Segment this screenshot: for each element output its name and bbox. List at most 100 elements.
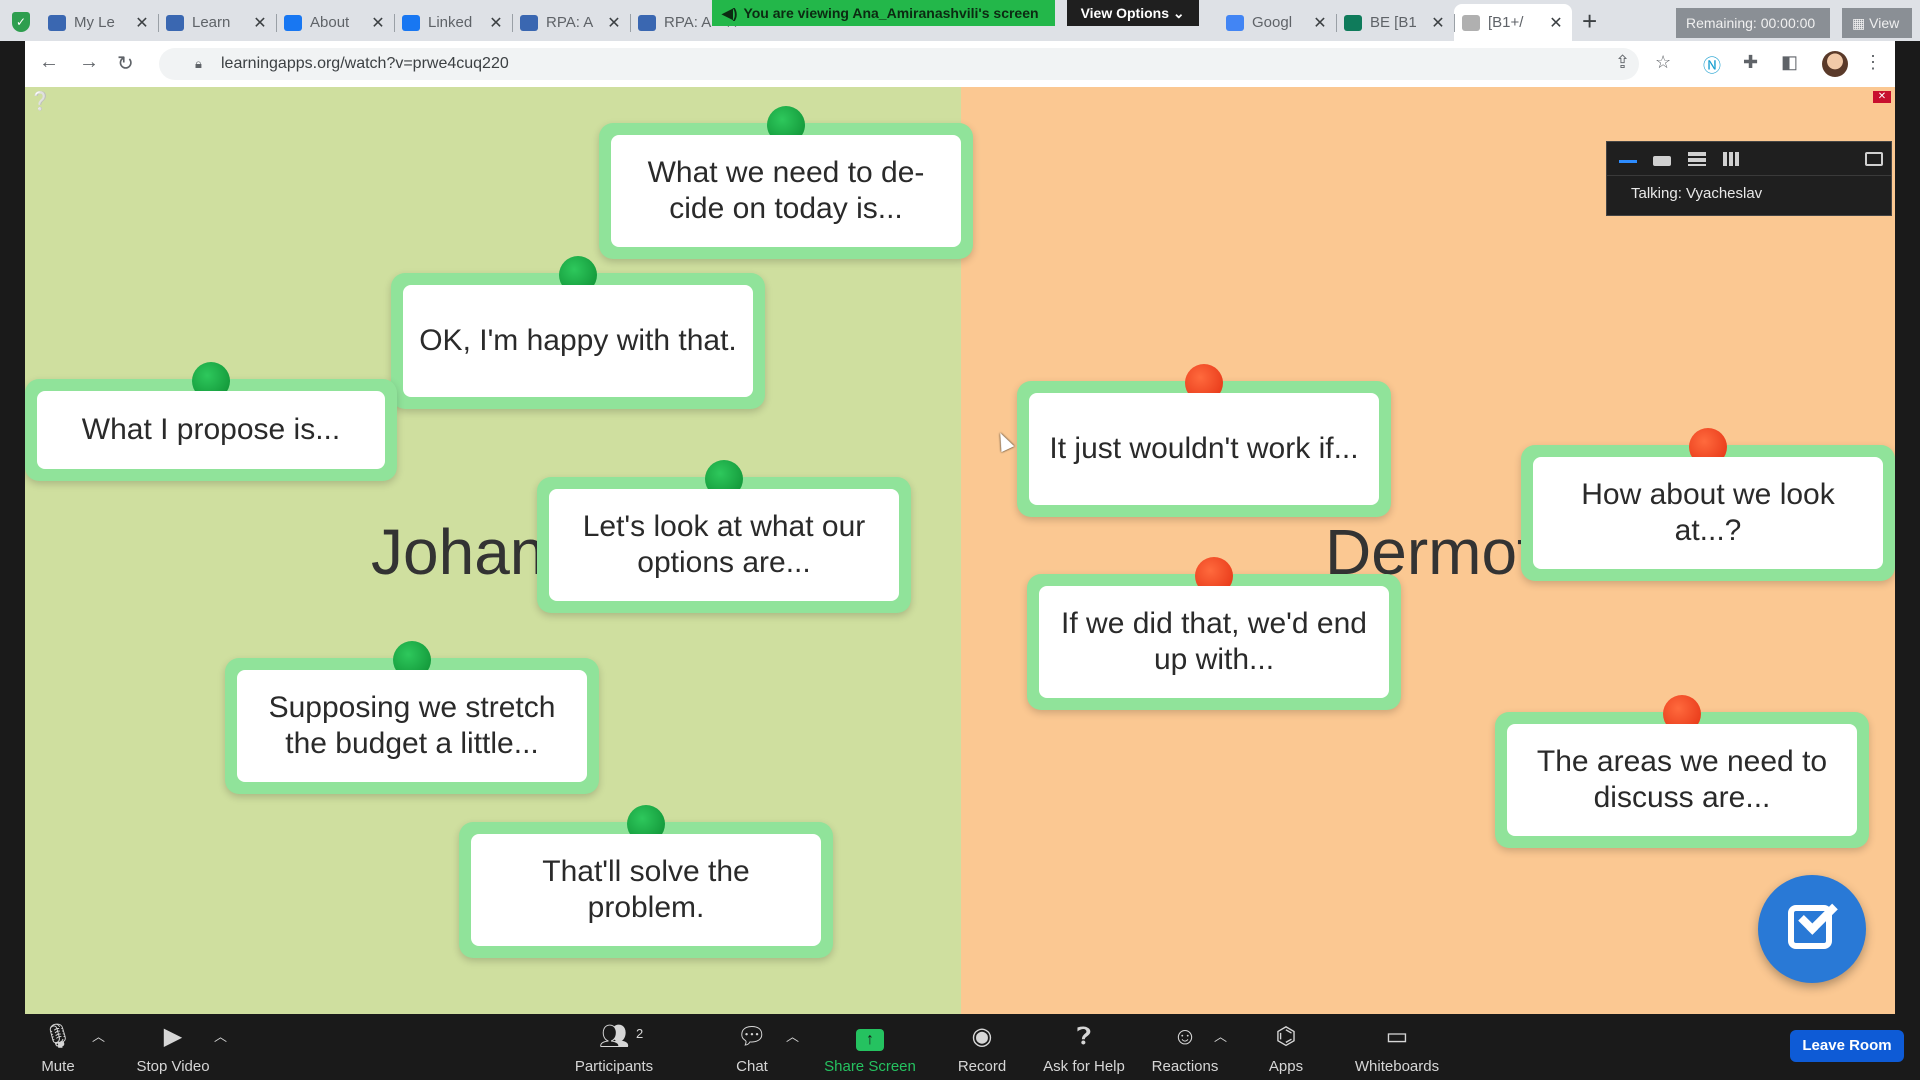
- browser-tab-active[interactable]: [B1+/ ✕: [1454, 4, 1572, 41]
- check-answers-button[interactable]: [1758, 875, 1866, 983]
- close-icon[interactable]: ✕: [1312, 13, 1328, 33]
- phrase-card[interactable]: Let's look at what our options are...: [537, 460, 911, 613]
- close-icon[interactable]: ✕: [370, 13, 386, 33]
- url-text: learningapps.org/watch?v=prwe4cuq220: [221, 55, 509, 72]
- tab-favicon-icon: [166, 14, 184, 31]
- tab-title: RPA: A: [546, 14, 594, 31]
- card-text: What we need to de-cide on today is...: [611, 135, 961, 247]
- whiteboard-icon: ▭: [1385, 1023, 1409, 1050]
- view-options-button[interactable]: View Options ⌄: [1066, 0, 1199, 26]
- minimize-icon[interactable]: [1619, 160, 1637, 163]
- phrase-card[interactable]: Supposing we stretch the budget a little…: [225, 641, 599, 794]
- card-text: How about we look at...?: [1533, 457, 1883, 569]
- whiteboards-label: Whiteboards: [1354, 1058, 1440, 1075]
- share-screen-label: Share Screen: [824, 1058, 916, 1075]
- card-text: If we did that, we'd end up with...: [1039, 586, 1389, 698]
- close-icon[interactable]: ✕: [134, 13, 150, 33]
- sidepanel-icon[interactable]: ◧: [1781, 52, 1798, 73]
- reactions-caret-icon[interactable]: ︿: [1214, 1026, 1227, 1045]
- apps-icon: ⌬: [1275, 1023, 1297, 1050]
- card-text: It just wouldn't work if...: [1029, 393, 1379, 505]
- tab-favicon-icon: [1226, 14, 1244, 31]
- tab-title: BE [B1: [1370, 14, 1417, 31]
- panel-view-icons: [1607, 142, 1891, 176]
- new-tab-button[interactable]: +: [1582, 6, 1597, 37]
- participants-count: 2: [636, 1026, 644, 1041]
- browser-tab[interactable]: RPA: A ✕: [512, 4, 630, 41]
- gallery-grid-icon[interactable]: [1723, 152, 1741, 166]
- speaker-icon: ◀): [722, 5, 738, 21]
- back-arrow-icon[interactable]: ←: [39, 51, 59, 74]
- mute-label: Mute: [41, 1058, 75, 1075]
- help-icon[interactable]: ❔: [29, 91, 51, 112]
- ask-for-help-button[interactable]: ❓︎ Ask for Help: [1029, 1022, 1139, 1075]
- close-icon[interactable]: ✕: [1430, 13, 1446, 33]
- group-label-left: Johan: [371, 516, 546, 588]
- tab-title: Googl: [1252, 14, 1293, 31]
- grid-icon: ▦: [1852, 15, 1866, 31]
- participants-button[interactable]: 👥︎ Participants: [559, 1022, 669, 1075]
- ask-for-help-label: Ask for Help: [1043, 1058, 1125, 1075]
- tab-favicon-icon: [638, 14, 656, 31]
- phrase-card[interactable]: The areas we need to discuss are...: [1495, 695, 1869, 848]
- chevron-down-icon: ⌄: [1172, 5, 1185, 21]
- puzzle-icon[interactable]: ✚: [1743, 52, 1758, 73]
- url-field[interactable]: 🔒︎ learningapps.org/watch?v=prwe4cuq220: [159, 48, 1639, 80]
- participants-label: Participants: [574, 1058, 654, 1075]
- browser-tab[interactable]: Googl ✕: [1218, 4, 1336, 41]
- record-label: Record: [957, 1058, 1007, 1075]
- phrase-card[interactable]: What I propose is...: [25, 362, 397, 481]
- phrase-card[interactable]: It just wouldn't work if...: [1017, 364, 1391, 517]
- browser-tab[interactable]: Learn ✕: [158, 4, 276, 41]
- phrase-card[interactable]: That'll solve the problem.: [459, 805, 833, 958]
- leave-room-button[interactable]: Leave Room: [1790, 1030, 1904, 1062]
- apps-button[interactable]: ⌬ Apps: [1231, 1022, 1341, 1075]
- phrase-card[interactable]: If we did that, we'd end up with...: [1027, 557, 1401, 710]
- card-text: Let's look at what our options are...: [549, 489, 899, 601]
- close-icon[interactable]: ✕: [252, 13, 268, 33]
- browser-tab[interactable]: About ✕: [276, 4, 394, 41]
- tab-favicon-icon: [402, 14, 420, 31]
- menu-kebab-icon[interactable]: ⋮: [1864, 52, 1882, 73]
- tab-list: My Le ✕ Learn ✕ About ✕ Linked ✕ RPA: A ✕ RPA…: [40, 4, 748, 41]
- video-view-icon[interactable]: [1653, 156, 1671, 166]
- extension-n-icon[interactable]: Ⓝ: [1703, 52, 1721, 78]
- star-icon[interactable]: ☆: [1655, 52, 1671, 73]
- record-button[interactable]: ◉ Record: [927, 1022, 1037, 1075]
- participants-icon: 👥︎: [598, 1023, 630, 1050]
- video-options-caret-icon[interactable]: ︿: [214, 1026, 227, 1045]
- phrase-card[interactable]: What we need to de-cide on today is...: [599, 106, 973, 259]
- reactions-label: Reactions: [1151, 1058, 1219, 1075]
- forward-arrow-icon[interactable]: →: [79, 51, 99, 74]
- apps-label: Apps: [1268, 1058, 1304, 1075]
- close-icon[interactable]: ✕: [488, 13, 504, 33]
- stack-view-icon[interactable]: [1688, 152, 1706, 166]
- avatar[interactable]: [1822, 51, 1848, 77]
- tab-favicon-icon: [48, 14, 66, 31]
- share-screen-button[interactable]: ↑ Share Screen: [815, 1022, 925, 1075]
- tab-favicon-icon: [520, 14, 538, 31]
- view-label: View: [1869, 15, 1900, 31]
- record-icon: ◉: [971, 1023, 993, 1050]
- flag-icon[interactable]: ✕: [1873, 91, 1891, 103]
- learningapps-board: ❔ ✕ Johan Dermot What we need to de-cide…: [25, 87, 1895, 1014]
- viewing-text: You are viewing Ana_Amiranashvili's scre…: [743, 5, 1039, 21]
- phrase-card[interactable]: How about we look at...?: [1521, 428, 1895, 581]
- share-icon[interactable]: ⇪: [1615, 52, 1630, 73]
- view-button[interactable]: ▦ View: [1842, 8, 1912, 38]
- remaining-time: Remaining: 00:00:00: [1676, 8, 1830, 38]
- reload-icon[interactable]: ↻: [117, 51, 134, 76]
- shield-icon: ✓: [12, 12, 30, 32]
- close-icon[interactable]: ✕: [606, 13, 622, 33]
- browser-tab[interactable]: My Le ✕: [40, 4, 158, 41]
- stop-video-button[interactable]: ▶︎ Stop Video: [118, 1022, 228, 1075]
- whiteboards-button[interactable]: ▭ Whiteboards: [1342, 1022, 1452, 1075]
- chat-options-caret-icon[interactable]: ︿: [786, 1026, 799, 1045]
- exit-panel-icon[interactable]: [1865, 152, 1883, 166]
- phrase-card[interactable]: OK, I'm happy with that.: [391, 256, 765, 409]
- browser-tab[interactable]: BE [B1 ✕: [1336, 4, 1454, 41]
- audio-options-caret-icon[interactable]: ︿: [92, 1026, 105, 1045]
- close-icon[interactable]: ✕: [1548, 13, 1564, 33]
- browser-tab[interactable]: Linked ✕: [394, 4, 512, 41]
- talking-indicator: Talking: Vyacheslav: [1631, 185, 1763, 202]
